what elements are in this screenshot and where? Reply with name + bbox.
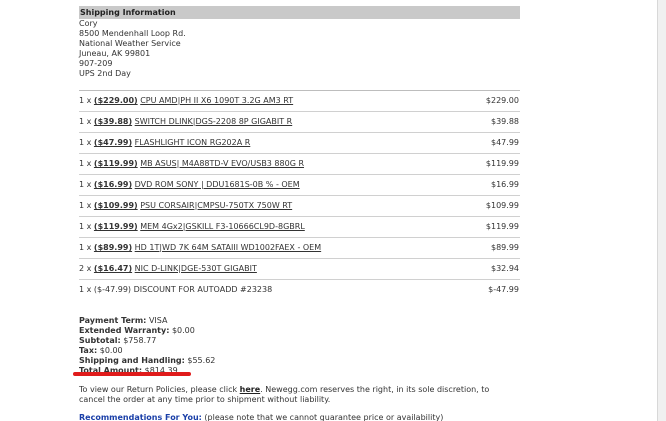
city-state-zip: Juneau, AK 99801 <box>79 49 151 58</box>
order-item-row: 2 x ($16.47) NIC D-LINK|DGE-530T GIGABIT… <box>79 258 520 279</box>
return-policy-here-link[interactable]: here <box>240 385 261 394</box>
item-quantity: 1 x <box>79 243 92 252</box>
item-price-link[interactable]: ($109.99) <box>94 201 138 210</box>
item-name-link[interactable]: SWITCH DLINK|DGS-2208 8P GIGABIT R <box>135 117 293 126</box>
recipient-name: Cory <box>79 19 98 28</box>
item-quantity: 1 x <box>79 222 92 231</box>
item-name-link[interactable]: DVD ROM SONY | DDU1681S-0B % - OEM <box>135 180 300 189</box>
item-description: 1 x ($229.00) CPU AMD|PH II X6 1090T 3.2… <box>79 96 293 106</box>
order-summary: Payment Term: VISA Extended Warranty: $0… <box>79 316 520 376</box>
recommendations-line: Recommendations For You: (please note th… <box>79 413 520 421</box>
item-quantity: 1 x <box>79 180 92 189</box>
payment-term-label: Payment Term: <box>79 316 147 325</box>
item-name-link[interactable]: MEM 4Gx2|GSKILL F3-10666CL9D-8GBRL <box>140 222 305 231</box>
payment-term-line: Payment Term: VISA <box>79 316 520 326</box>
shipping-method: UPS 2nd Day <box>79 69 131 78</box>
item-description: 1 x ($109.99) PSU CORSAIR|CMPSU-750TX 75… <box>79 201 292 211</box>
item-price-link[interactable]: ($119.99) <box>94 159 138 168</box>
shipping-handling-label: Shipping and Handling: <box>79 356 185 365</box>
payment-term-value: VISA <box>148 316 168 325</box>
order-item-row: 1 x ($-47.99) DISCOUNT FOR AUTOADD #2323… <box>79 279 520 300</box>
shipping-address-block: Cory 8500 Mendenhall Loop Rd. National W… <box>79 19 520 79</box>
phone-number: 907-209 <box>79 59 113 68</box>
item-name-link[interactable]: FLASHLIGHT ICON RG202A R <box>135 138 251 147</box>
item-quantity: 2 x <box>79 264 92 273</box>
item-amount: $119.99 <box>485 222 519 231</box>
item-price-link[interactable]: ($16.47) <box>94 264 132 273</box>
item-price: ($-47.99) <box>93 285 132 294</box>
policy-line-2: cancel the order at any time prior to sh… <box>79 395 331 404</box>
extended-warranty-label: Extended Warranty: <box>79 326 170 335</box>
item-price-link[interactable]: ($47.99) <box>94 138 132 147</box>
item-price-link[interactable]: ($39.88) <box>94 117 132 126</box>
item-amount: $229.00 <box>485 96 519 105</box>
item-amount: $89.99 <box>491 243 519 252</box>
subtotal-line: Subtotal: $758.77 <box>79 336 520 346</box>
item-description: 1 x ($119.99) MEM 4Gx2|GSKILL F3-10666CL… <box>79 222 305 232</box>
item-description: 1 x ($-47.99) DISCOUNT FOR AUTOADD #2323… <box>79 285 272 295</box>
item-name: DISCOUNT FOR AUTOADD #23238 <box>133 285 273 294</box>
extended-warranty-line: Extended Warranty: $0.00 <box>79 326 520 336</box>
policy-line-1: To view our Return Policies, please clic… <box>79 385 520 395</box>
item-amount: $-47.99 <box>488 285 519 294</box>
item-name-link[interactable]: PSU CORSAIR|CMPSU-750TX 750W RT <box>140 201 292 210</box>
item-description: 1 x ($119.99) MB ASUS| M4A88TD-V EVO/USB… <box>79 159 304 169</box>
item-quantity: 1 x <box>79 159 92 168</box>
item-quantity: 1 x <box>79 96 92 105</box>
item-price-link[interactable]: ($89.99) <box>94 243 132 252</box>
item-price-link[interactable]: ($229.00) <box>94 96 138 105</box>
recommendations-link[interactable]: Recommendations For You: <box>79 413 202 421</box>
order-item-row: 1 x ($47.99) FLASHLIGHT ICON RG202A R $4… <box>79 132 520 153</box>
item-description: 1 x ($16.99) DVD ROM SONY | DDU1681S-0B … <box>79 180 300 190</box>
item-amount: $119.99 <box>485 159 519 168</box>
item-description: 1 x ($89.99) HD 1T|WD 7K 64M SATAIII WD1… <box>79 243 321 253</box>
order-item-row: 1 x ($229.00) CPU AMD|PH II X6 1090T 3.2… <box>79 90 520 111</box>
shipping-handling-line: Shipping and Handling: $55.62 <box>79 356 520 366</box>
tax-label: Tax: <box>79 346 98 355</box>
tax-value: $0.00 <box>99 346 123 355</box>
policy-text-pre: To view our Return Policies, please clic… <box>79 385 238 394</box>
shipping-handling-value: $55.62 <box>187 356 216 365</box>
item-name-link[interactable]: NIC D-LINK|DGE-530T GIGABIT <box>135 264 257 273</box>
order-items-list: 1 x ($229.00) CPU AMD|PH II X6 1090T 3.2… <box>79 90 520 300</box>
order-item-row: 1 x ($89.99) HD 1T|WD 7K 64M SATAIII WD1… <box>79 237 520 258</box>
item-amount: $32.94 <box>491 264 519 273</box>
return-policy-text: To view our Return Policies, please clic… <box>79 385 520 405</box>
item-description: 1 x ($47.99) FLASHLIGHT ICON RG202A R <box>79 138 250 148</box>
item-quantity: 1 x <box>79 285 92 294</box>
red-highlight-underline <box>73 372 191 376</box>
policy-text-post: . Newegg.com reserves the right, in its … <box>260 385 490 394</box>
order-item-row: 1 x ($119.99) MB ASUS| M4A88TD-V EVO/USB… <box>79 153 520 174</box>
order-item-row: 1 x ($39.88) SWITCH DLINK|DGS-2208 8P GI… <box>79 111 520 132</box>
item-description: 1 x ($39.88) SWITCH DLINK|DGS-2208 8P GI… <box>79 117 292 127</box>
item-price-link[interactable]: ($16.99) <box>94 180 132 189</box>
item-amount: $16.99 <box>491 180 519 189</box>
tax-line: Tax: $0.00 <box>79 346 520 356</box>
page-scrollbar[interactable] <box>657 0 666 421</box>
item-quantity: 1 x <box>79 201 92 210</box>
item-name-link[interactable]: CPU AMD|PH II X6 1090T 3.2G AM3 RT <box>140 96 293 105</box>
item-description: 2 x ($16.47) NIC D-LINK|DGE-530T GIGABIT <box>79 264 257 274</box>
address-line-2: National Weather Service <box>79 39 181 48</box>
order-item-row: 1 x ($119.99) MEM 4Gx2|GSKILL F3-10666CL… <box>79 216 520 237</box>
item-quantity: 1 x <box>79 138 92 147</box>
shipping-information-section: Shipping Information Cory 8500 Mendenhal… <box>79 6 520 79</box>
order-item-row: 1 x ($16.99) DVD ROM SONY | DDU1681S-0B … <box>79 174 520 195</box>
item-amount: $39.88 <box>491 117 519 126</box>
address-line-1: 8500 Mendenhall Loop Rd. <box>79 29 186 38</box>
item-name-link[interactable]: MB ASUS| M4A88TD-V EVO/USB3 880G R <box>140 159 304 168</box>
item-amount: $109.99 <box>485 201 519 210</box>
recommendations-note: (please note that we cannot guarantee pr… <box>204 413 444 421</box>
shipping-header: Shipping Information <box>79 6 520 19</box>
item-name-link[interactable]: HD 1T|WD 7K 64M SATAIII WD1002FAEX - OEM <box>135 243 321 252</box>
extended-warranty-value: $0.00 <box>171 326 195 335</box>
order-item-row: 1 x ($109.99) PSU CORSAIR|CMPSU-750TX 75… <box>79 195 520 216</box>
item-quantity: 1 x <box>79 117 92 126</box>
subtotal-label: Subtotal: <box>79 336 121 345</box>
subtotal-value: $758.77 <box>123 336 157 345</box>
item-amount: $47.99 <box>491 138 519 147</box>
item-price-link[interactable]: ($119.99) <box>94 222 138 231</box>
